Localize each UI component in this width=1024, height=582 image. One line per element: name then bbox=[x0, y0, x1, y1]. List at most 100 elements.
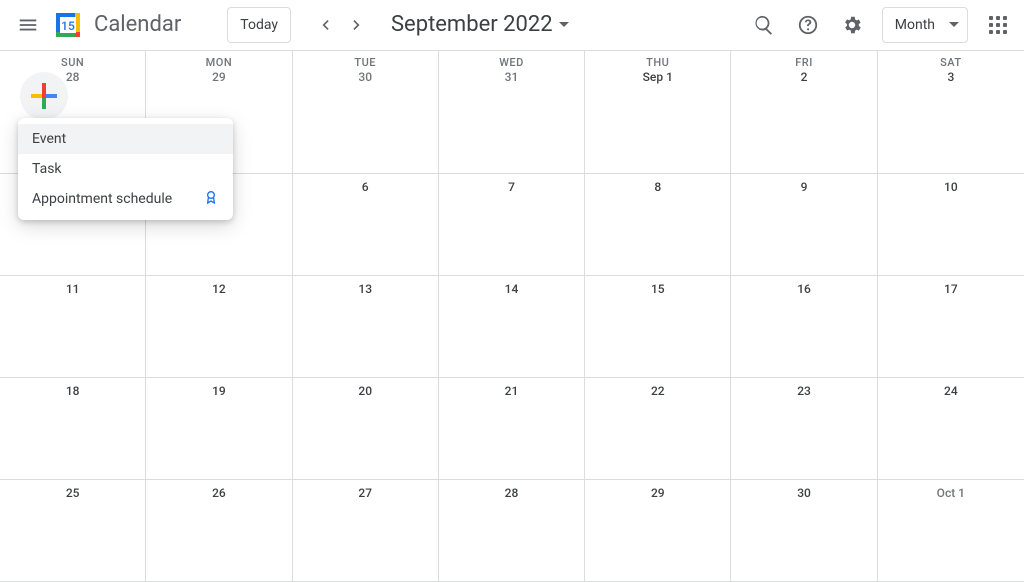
date-label: 28 bbox=[0, 70, 145, 84]
create-button[interactable] bbox=[20, 72, 68, 120]
date-label: 11 bbox=[0, 276, 145, 296]
dow-header: THU bbox=[585, 51, 731, 70]
today-button[interactable]: Today bbox=[227, 7, 291, 43]
prev-month-button[interactable] bbox=[309, 9, 341, 41]
help-icon bbox=[797, 14, 819, 36]
date-cell[interactable]: 14 bbox=[439, 276, 585, 378]
date-cell[interactable]: 28 bbox=[439, 480, 585, 582]
date-cell[interactable]: 25 bbox=[0, 480, 146, 582]
date-cell[interactable]: 9 bbox=[731, 174, 877, 276]
app-header: 15 Calendar Today September 2022 Month bbox=[0, 0, 1024, 50]
date-label: 21 bbox=[439, 378, 584, 398]
date-label: 16 bbox=[731, 276, 876, 296]
date-label: 19 bbox=[146, 378, 291, 398]
date-label: 14 bbox=[439, 276, 584, 296]
date-cell[interactable]: 6 bbox=[293, 174, 439, 276]
date-cell[interactable]: 21 bbox=[439, 378, 585, 480]
date-label: 12 bbox=[146, 276, 291, 296]
create-menu-appointment-schedule[interactable]: Appointment schedule bbox=[18, 184, 233, 214]
date-cell[interactable]: 17 bbox=[878, 276, 1024, 378]
date-label: 10 bbox=[878, 174, 1024, 194]
current-month-label: September 2022 bbox=[391, 12, 553, 37]
date-label: 7 bbox=[439, 174, 584, 194]
date-label: 28 bbox=[439, 480, 584, 500]
date-cell[interactable]: 30 bbox=[731, 480, 877, 582]
date-label: 2 bbox=[731, 70, 876, 84]
chevron-right-icon bbox=[347, 15, 367, 35]
date-label: 25 bbox=[0, 480, 145, 500]
date-cell[interactable]: 27 bbox=[293, 480, 439, 582]
view-select-label: Month bbox=[895, 17, 935, 33]
date-label: 6 bbox=[293, 174, 438, 194]
dropdown-arrow-icon bbox=[949, 20, 959, 30]
date-label: 30 bbox=[293, 70, 438, 84]
date-cell[interactable]: 11 bbox=[0, 276, 146, 378]
app-name: Calendar bbox=[94, 12, 181, 37]
date-label: 24 bbox=[878, 378, 1024, 398]
logo-date: 15 bbox=[52, 9, 84, 41]
dropdown-arrow-icon bbox=[559, 20, 569, 30]
date-label: Sep 1 bbox=[585, 70, 730, 84]
hamburger-icon bbox=[17, 14, 39, 36]
calendar-logo: 15 bbox=[52, 9, 84, 41]
date-cell[interactable]: Oct 1 bbox=[878, 480, 1024, 582]
menu-item-label: Event bbox=[32, 131, 66, 147]
date-label: 23 bbox=[731, 378, 876, 398]
date-label: 9 bbox=[731, 174, 876, 194]
chevron-left-icon bbox=[315, 15, 335, 35]
date-cell[interactable]: 29 bbox=[585, 480, 731, 582]
date-label: 22 bbox=[585, 378, 730, 398]
current-month-dropdown[interactable]: September 2022 bbox=[391, 12, 569, 37]
plus-icon bbox=[31, 83, 57, 109]
dow-header: FRI bbox=[731, 51, 877, 70]
date-cell[interactable]: 31 bbox=[439, 70, 585, 174]
date-label: 29 bbox=[585, 480, 730, 500]
date-cell[interactable]: 23 bbox=[731, 378, 877, 480]
date-cell[interactable]: 2 bbox=[731, 70, 877, 174]
date-cell[interactable]: 22 bbox=[585, 378, 731, 480]
date-label: 27 bbox=[293, 480, 438, 500]
view-select[interactable]: Month bbox=[882, 7, 968, 43]
date-cell[interactable]: 20 bbox=[293, 378, 439, 480]
date-label: 8 bbox=[585, 174, 730, 194]
dow-header: WED bbox=[439, 51, 585, 70]
date-label: 17 bbox=[878, 276, 1024, 296]
date-cell[interactable]: 26 bbox=[146, 480, 292, 582]
create-menu-event[interactable]: Event bbox=[18, 124, 233, 154]
date-label: 13 bbox=[293, 276, 438, 296]
date-label: Oct 1 bbox=[878, 480, 1024, 500]
date-cell[interactable]: 10 bbox=[878, 174, 1024, 276]
settings-button[interactable] bbox=[832, 5, 872, 45]
date-cell[interactable]: 19 bbox=[146, 378, 292, 480]
month-nav bbox=[309, 9, 373, 41]
gear-icon bbox=[841, 14, 863, 36]
dow-header: TUE bbox=[293, 51, 439, 70]
create-menu: Event Task Appointment schedule bbox=[18, 118, 233, 220]
date-label: 20 bbox=[293, 378, 438, 398]
date-cell[interactable]: 18 bbox=[0, 378, 146, 480]
help-button[interactable] bbox=[788, 5, 828, 45]
main-menu-button[interactable] bbox=[8, 5, 48, 45]
date-cell[interactable]: 16 bbox=[731, 276, 877, 378]
dow-header: SAT bbox=[878, 51, 1024, 70]
date-cell[interactable]: 12 bbox=[146, 276, 292, 378]
create-menu-task[interactable]: Task bbox=[18, 154, 233, 184]
date-cell[interactable]: Sep 1 bbox=[585, 70, 731, 174]
date-cell[interactable]: 3 bbox=[878, 70, 1024, 174]
date-label: 3 bbox=[878, 70, 1024, 84]
date-label: 30 bbox=[731, 480, 876, 500]
apps-button[interactable] bbox=[978, 5, 1018, 45]
dow-header: MON bbox=[146, 51, 292, 70]
next-month-button[interactable] bbox=[341, 9, 373, 41]
date-cell[interactable]: 7 bbox=[439, 174, 585, 276]
rosette-icon bbox=[203, 189, 219, 209]
date-cell[interactable]: 30 bbox=[293, 70, 439, 174]
date-cell[interactable]: 8 bbox=[585, 174, 731, 276]
date-cell[interactable]: 13 bbox=[293, 276, 439, 378]
date-cell[interactable]: 24 bbox=[878, 378, 1024, 480]
search-button[interactable] bbox=[744, 5, 784, 45]
date-label: 29 bbox=[146, 70, 291, 84]
date-cell[interactable]: 15 bbox=[585, 276, 731, 378]
date-label: 26 bbox=[146, 480, 291, 500]
dow-header: SUN bbox=[0, 51, 146, 70]
